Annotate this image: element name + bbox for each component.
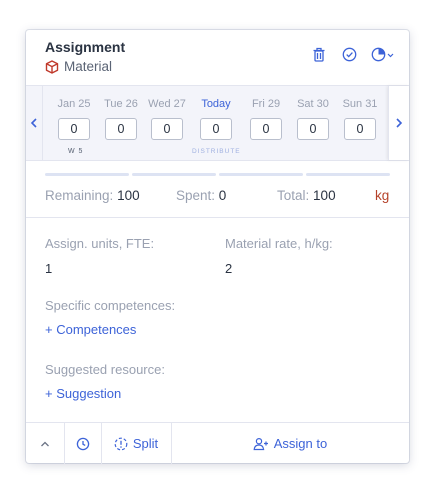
day-value-input[interactable]: 0 xyxy=(250,118,282,140)
split-label: Split xyxy=(132,436,159,451)
day-column: Wed 27 0 xyxy=(147,86,187,160)
assignment-card: Assignment Material Jan 25 0 Tue 26 0 We… xyxy=(26,30,409,464)
day-column: Sun 31 0 xyxy=(340,86,380,160)
total-label: Total: xyxy=(277,188,310,203)
card-footer: Split Assign to xyxy=(26,422,409,464)
date-distribution: Jan 25 0 Tue 26 0 Wed 27 0 Today 0 Fri 2… xyxy=(26,85,409,161)
material-label: Material xyxy=(64,59,113,74)
day-label: Wed 27 xyxy=(148,98,186,110)
units-value[interactable]: 1 xyxy=(45,261,52,276)
card-subtitle: Material xyxy=(45,59,112,74)
day-value-input[interactable]: 0 xyxy=(105,118,137,140)
day-label: Sun 31 xyxy=(342,98,378,110)
assign-to-button[interactable]: Assign to xyxy=(171,423,409,464)
chevron-up-icon xyxy=(41,441,49,446)
assign-user-icon xyxy=(253,437,268,450)
week-bar xyxy=(306,173,390,176)
competences-label: Specific competences: xyxy=(45,298,176,313)
unit-label: kg xyxy=(375,188,390,203)
delete-icon[interactable] xyxy=(311,46,327,62)
add-competences-link[interactable]: + Competences xyxy=(45,322,136,337)
clock-icon xyxy=(76,437,89,450)
spent-value: 0 xyxy=(218,188,227,203)
day-label: Fri 29 xyxy=(251,98,281,110)
chevron-left-icon xyxy=(30,118,37,128)
day-value-input[interactable]: 0 xyxy=(200,118,232,140)
day-column: Tue 26 0 xyxy=(101,86,141,160)
day-value-input[interactable]: 0 xyxy=(297,118,329,140)
material-cube-icon xyxy=(45,59,59,74)
week-bar xyxy=(45,173,129,176)
day-value-input[interactable]: 0 xyxy=(344,118,376,140)
distribute-button[interactable]: DISTRIBUTE xyxy=(192,148,241,155)
week-label: W 5 xyxy=(68,148,84,155)
distribution-bars xyxy=(45,173,390,176)
week-bar xyxy=(219,173,303,176)
units-label: Assign. units, FTE: xyxy=(45,236,155,251)
rate-label: Material rate, h/kg: xyxy=(225,236,333,251)
assign-to-label: Assign to xyxy=(273,436,328,451)
day-label: Jan 25 xyxy=(57,98,91,110)
split-icon xyxy=(114,437,128,450)
history-button[interactable] xyxy=(64,423,102,464)
prev-dates-button[interactable] xyxy=(26,86,43,160)
check-circle-icon[interactable] xyxy=(341,46,357,62)
add-suggestion-link[interactable]: + Suggestion xyxy=(45,386,121,401)
split-button[interactable]: Split xyxy=(101,423,172,464)
rate-value[interactable]: 2 xyxy=(225,261,232,276)
day-column: Fri 29 0 xyxy=(246,86,286,160)
day-value-input[interactable]: 0 xyxy=(151,118,183,140)
day-label: Today xyxy=(201,98,231,110)
remaining-value: 100 xyxy=(117,188,140,203)
week-bar xyxy=(132,173,216,176)
next-dates-button[interactable] xyxy=(388,86,409,160)
remaining-label: Remaining: xyxy=(45,188,114,203)
progress-pie-dropdown-icon[interactable] xyxy=(371,46,395,62)
chevron-right-icon xyxy=(396,118,403,128)
card-title: Assignment xyxy=(45,39,126,55)
collapse-button[interactable] xyxy=(26,423,65,464)
spent-label: Spent: xyxy=(176,188,216,203)
day-column: Sat 30 0 xyxy=(293,86,333,160)
day-label: Tue 26 xyxy=(104,98,138,110)
divider xyxy=(26,217,409,218)
card-header: Assignment Material xyxy=(26,30,409,85)
day-value-input[interactable]: 0 xyxy=(58,118,90,140)
resource-label: Suggested resource: xyxy=(45,362,165,377)
total-value: 100 xyxy=(313,188,336,203)
day-label: Sat 30 xyxy=(297,98,329,110)
